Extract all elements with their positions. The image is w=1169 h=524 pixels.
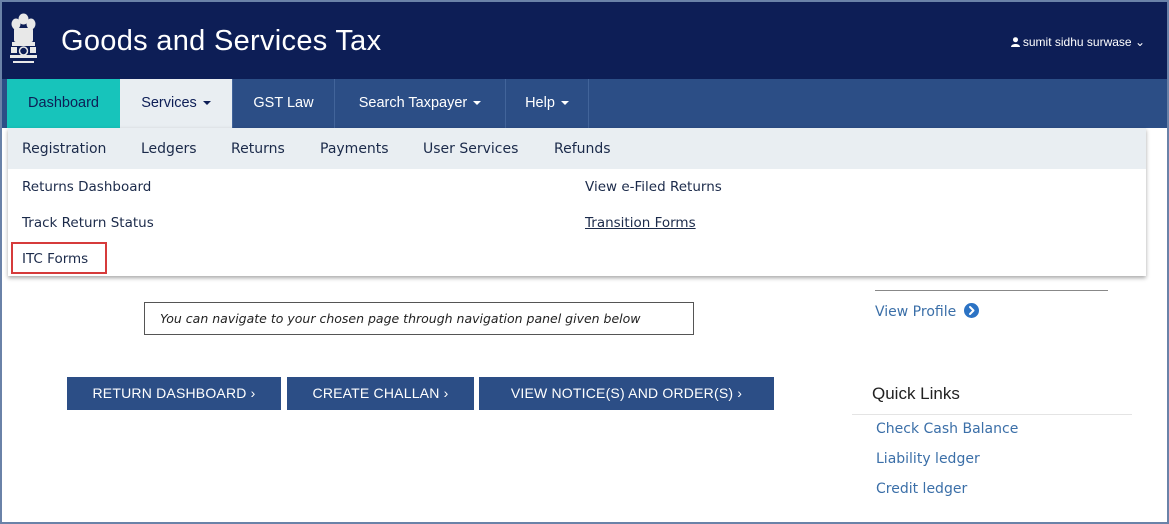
quick-links-divider: [852, 414, 1132, 415]
user-name: sumit sidhu surwase: [1022, 35, 1132, 49]
caret-down-icon: [202, 101, 211, 105]
nav-dashboard[interactable]: Dashboard: [7, 79, 120, 128]
services-subnav: Registration Ledgers Returns Payments Us…: [8, 128, 1146, 169]
link-credit-ledger[interactable]: Credit ledger: [876, 481, 967, 497]
itc-forms-highlight: [11, 242, 107, 274]
nav-services-label: Services: [141, 95, 197, 111]
caret-down-icon: [560, 101, 569, 105]
subnav-user-services[interactable]: User Services: [423, 141, 518, 157]
subnav-registration[interactable]: Registration: [22, 141, 106, 157]
services-dropdown: Registration Ledgers Returns Payments Us…: [8, 128, 1146, 276]
link-transition-forms[interactable]: Transition Forms: [585, 215, 696, 231]
site-title: Goods and Services Tax: [61, 25, 382, 57]
navigation-info-box: You can navigate to your chosen page thr…: [144, 302, 694, 335]
site-header: Goods and Services Tax sumit sidhu surwa…: [2, 2, 1167, 79]
nav-search-taxpayer[interactable]: Search Taxpayer: [335, 79, 505, 128]
user-icon: [1010, 37, 1020, 47]
link-check-cash-balance[interactable]: Check Cash Balance: [876, 421, 1018, 437]
subnav-ledgers[interactable]: Ledgers: [141, 141, 197, 157]
subnav-refunds[interactable]: Refunds: [554, 141, 611, 157]
subnav-returns[interactable]: Returns: [231, 141, 285, 157]
nav-gst-law[interactable]: GST Law: [233, 79, 334, 128]
nav-dashboard-label: Dashboard: [28, 95, 99, 111]
link-track-return-status[interactable]: Track Return Status: [22, 215, 154, 231]
create-challan-button[interactable]: CREATE CHALLAN ›: [287, 377, 474, 410]
main-navbar: Dashboard Services GST Law Search Taxpay…: [2, 79, 1167, 128]
view-profile-label: View Profile: [875, 304, 957, 320]
quick-links-title: Quick Links: [872, 384, 960, 403]
chevron-down-icon: ⌄: [1134, 35, 1145, 49]
view-profile-link[interactable]: View Profile: [875, 303, 979, 320]
nav-gst-law-label: GST Law: [253, 95, 314, 111]
nav-divider: [588, 79, 589, 128]
view-notices-orders-button[interactable]: VIEW NOTICE(S) AND ORDER(S) ›: [479, 377, 774, 410]
chevron-right-circle-icon: [963, 303, 979, 318]
return-dashboard-button[interactable]: RETURN DASHBOARD ›: [67, 377, 281, 410]
link-returns-dashboard[interactable]: Returns Dashboard: [22, 179, 151, 195]
nav-help-label: Help: [525, 95, 555, 111]
nav-services[interactable]: Services: [120, 79, 232, 128]
nav-search-taxpayer-label: Search Taxpayer: [358, 95, 468, 111]
user-menu[interactable]: sumit sidhu surwase ⌄: [1010, 35, 1145, 49]
caret-down-icon: [473, 101, 482, 105]
profile-divider: [875, 290, 1108, 291]
link-liability-ledger[interactable]: Liability ledger: [876, 451, 980, 467]
link-view-efiled-returns[interactable]: View e-Filed Returns: [585, 179, 722, 195]
subnav-payments[interactable]: Payments: [320, 141, 389, 157]
nav-help[interactable]: Help: [506, 79, 588, 128]
national-emblem-icon: [10, 13, 37, 63]
